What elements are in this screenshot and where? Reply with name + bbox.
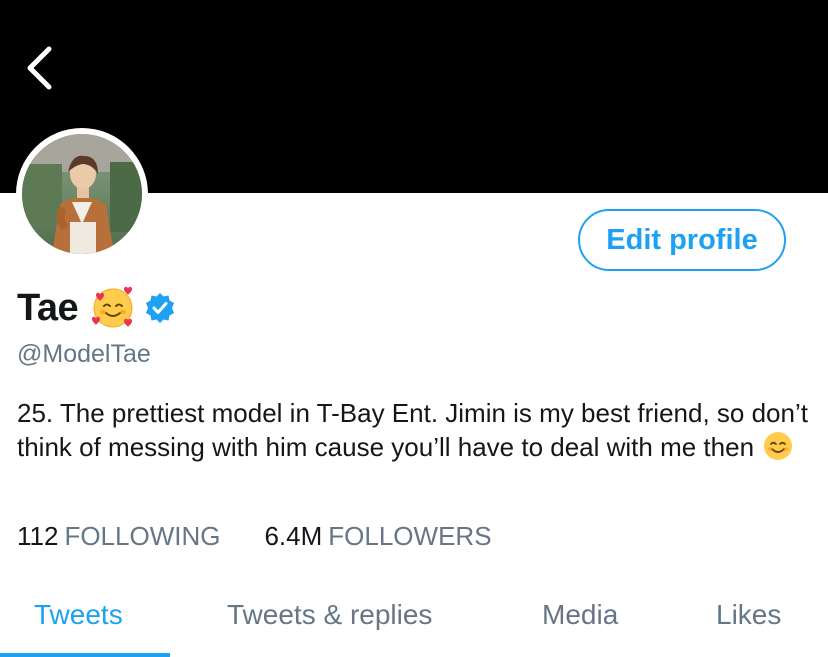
avatar-frame[interactable] — [16, 128, 148, 260]
bio-text: 25. The prettiest model in T-Bay Ent. Ji… — [17, 398, 808, 462]
tab-likes[interactable]: Likes — [716, 599, 781, 631]
avatar[interactable] — [22, 134, 142, 254]
followers-label: FOLLOWERS — [328, 521, 492, 551]
profile-page: Edit profile Tae @ModelTae 25. The prett… — [0, 0, 828, 657]
verified-badge-icon — [144, 292, 176, 324]
following-count: 112 — [17, 521, 59, 551]
tab-tweets-and-replies[interactable]: Tweets & replies — [227, 599, 432, 631]
chevron-left-icon — [27, 46, 52, 90]
following-label: FOLLOWING — [64, 521, 221, 551]
profile-bio: 25. The prettiest model in T-Bay Ent. Ji… — [17, 396, 817, 464]
followers-stat[interactable]: 6.4M FOLLOWERS — [264, 521, 491, 552]
tab-tweets[interactable]: Tweets — [34, 599, 123, 631]
name-row: Tae — [17, 284, 176, 332]
profile-handle: @ModelTae — [17, 340, 151, 368]
followers-count: 6.4M — [264, 521, 323, 551]
active-tab-indicator — [0, 653, 170, 657]
edit-profile-button[interactable]: Edit profile — [578, 209, 786, 271]
following-stat[interactable]: 112 FOLLOWING — [17, 521, 220, 552]
smiling-face-icon — [762, 430, 794, 462]
profile-tabs: Tweets Tweets & replies Media Likes — [0, 585, 828, 657]
display-name: Tae — [17, 286, 79, 329]
profile-stats: 112 FOLLOWING 6.4M FOLLOWERS — [17, 521, 492, 552]
back-button[interactable] — [14, 38, 64, 98]
smiling-face-with-hearts-icon — [90, 285, 136, 331]
tab-media[interactable]: Media — [542, 599, 618, 631]
